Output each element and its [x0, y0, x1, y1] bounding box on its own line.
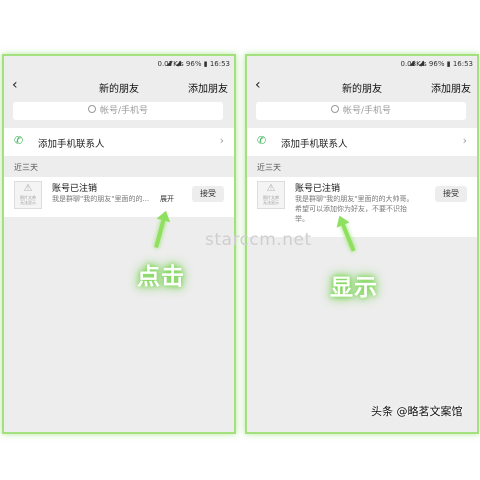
search-icon — [87, 105, 96, 113]
battery-level: 96% — [185, 60, 202, 68]
author-credit: 头条 @略茗文案馆 — [371, 405, 463, 418]
section-header: 近三天 — [14, 163, 38, 172]
friend-request-item[interactable]: ⚠ 照片太帅 无法显示 账号已注销 我是群聊"我的朋友"里面的的... 展开 接… — [4, 177, 234, 217]
annotation-shown: 显示 — [330, 275, 378, 301]
status-bar: ◢ ◢ 0.07K/s 96% ▮ 16:53 — [4, 56, 234, 72]
request-message: 我是群聊"我的朋友"里面的的... — [52, 195, 150, 203]
clock: 16:53 — [209, 60, 230, 68]
add-phone-contacts-row[interactable]: ✆ 添加手机联系人 › — [4, 128, 234, 156]
add-friend-button[interactable]: 添加朋友 — [188, 80, 228, 95]
search-icon — [330, 105, 339, 113]
requester-name: 账号已注销 — [295, 184, 341, 194]
add-phone-contacts-label: 添加手机联系人 — [281, 139, 348, 150]
section-header: 近三天 — [257, 163, 281, 172]
nav-bar: ‹ 新的朋友 添加朋友 — [4, 72, 234, 100]
avatar-caption: 照片太帅 无法显示 — [263, 195, 279, 205]
add-phone-contacts-row[interactable]: ✆ 添加手机联系人 › — [247, 128, 477, 156]
search-placeholder: 帐号/手机号 — [342, 106, 392, 116]
phone-icon: ✆ — [14, 134, 24, 147]
requester-name: 账号已注销 — [52, 184, 98, 194]
accept-button[interactable]: 接受 — [435, 186, 467, 202]
annotation-tap: 点击 — [137, 264, 185, 290]
chevron-right-icon: › — [219, 134, 224, 147]
friend-request-item[interactable]: ⚠ 照片太帅 无法显示 账号已注销 我是群聊"我的朋友"里面的的大帅哥。希望可以… — [247, 177, 477, 237]
clock: 16:53 — [452, 60, 473, 68]
search-placeholder: 帐号/手机号 — [99, 106, 149, 116]
battery-icon: ▮ — [203, 60, 208, 68]
chevron-right-icon: › — [462, 134, 467, 147]
network-speed: 0.08K/s — [400, 60, 427, 68]
avatar: ⚠ 照片太帅 无法显示 — [257, 181, 285, 209]
phone-icon: ✆ — [257, 134, 267, 147]
avatar-caption: 照片太帅 无法显示 — [20, 195, 36, 205]
battery-level: 96% — [428, 60, 445, 68]
phone-screen-left: ◢ ◢ 0.07K/s 96% ▮ 16:53 ‹ 新的朋友 添加朋友 帐号/手… — [2, 54, 236, 434]
expand-link[interactable]: 展开 — [160, 194, 174, 204]
request-message-expanded: 我是群聊"我的朋友"里面的的大帅哥。希望可以添加你为好友，不要不识抬举。 — [295, 195, 414, 223]
add-friend-button[interactable]: 添加朋友 — [431, 80, 471, 95]
battery-icon: ▮ — [446, 60, 451, 68]
warning-icon: ⚠ — [266, 183, 276, 194]
search-input[interactable]: 帐号/手机号 — [256, 102, 466, 120]
add-phone-contacts-label: 添加手机联系人 — [38, 139, 105, 150]
avatar: ⚠ 照片太帅 无法显示 — [14, 181, 42, 209]
status-bar: ◢ ◢ 0.08K/s 96% ▮ 16:53 — [247, 56, 477, 72]
nav-bar: ‹ 新的朋友 添加朋友 — [247, 72, 477, 100]
accept-button[interactable]: 接受 — [192, 186, 224, 202]
site-watermark: starccm.net — [205, 230, 312, 250]
warning-icon: ⚠ — [23, 183, 33, 194]
network-speed: 0.07K/s — [157, 60, 184, 68]
composite-screenshot: ◢ ◢ 0.07K/s 96% ▮ 16:53 ‹ 新的朋友 添加朋友 帐号/手… — [0, 0, 480, 480]
search-input[interactable]: 帐号/手机号 — [13, 102, 223, 120]
